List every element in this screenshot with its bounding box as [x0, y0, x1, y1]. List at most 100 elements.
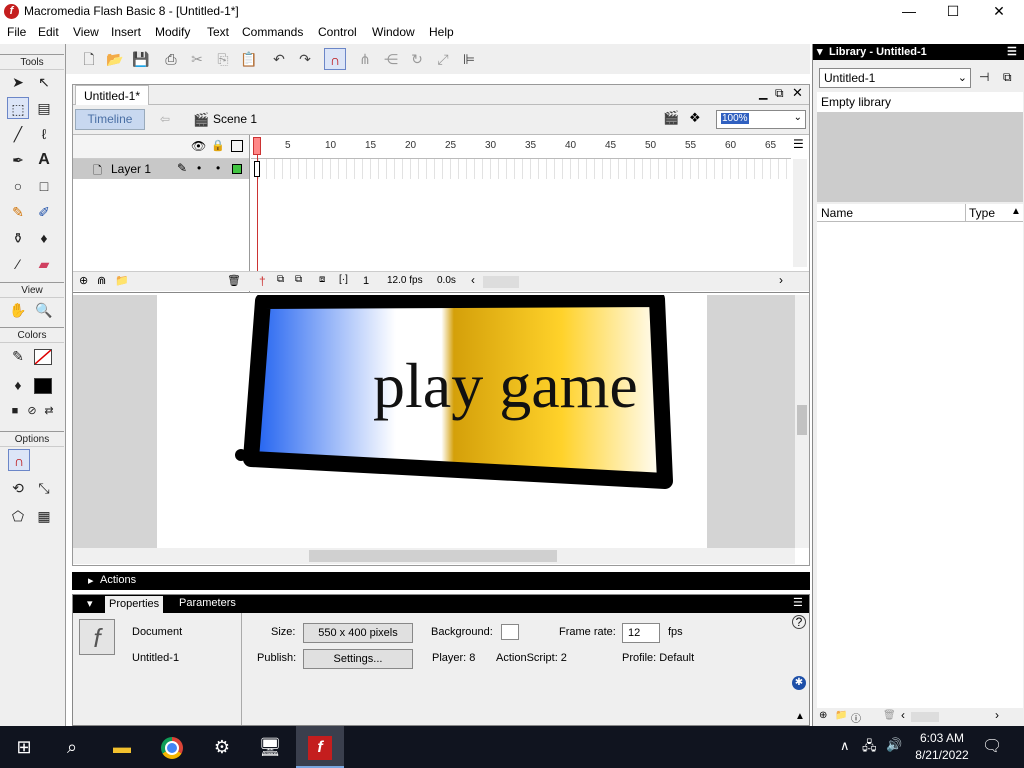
library-hscroll-thumb[interactable]: [911, 712, 939, 722]
outline-icon[interactable]: [231, 140, 243, 152]
timeline-hscroll-thumb[interactable]: [483, 276, 519, 288]
distort-icon[interactable]: ⬠: [7, 505, 29, 527]
paste-icon[interactable]: 📋: [238, 48, 260, 70]
timeline-toggle-button[interactable]: Timeline: [75, 109, 145, 130]
frame-row[interactable]: [251, 159, 791, 179]
ink-bottle-tool-icon[interactable]: ⚱: [7, 227, 29, 249]
maximize-button[interactable]: ☐: [930, 0, 976, 24]
new-symbol-icon[interactable]: ⊕: [819, 710, 827, 721]
redo-icon[interactable]: ↷: [294, 48, 316, 70]
timeline-vscroll[interactable]: [793, 159, 807, 267]
network-icon[interactable]: 🖧: [862, 737, 877, 759]
paint-bucket-tool-icon[interactable]: ♦: [33, 227, 55, 249]
fill-color-icon[interactable]: ♦: [7, 374, 29, 396]
snap-to-objects-icon[interactable]: ∩: [8, 449, 30, 471]
properties-icon[interactable]: ⓘ: [851, 710, 861, 725]
tab-properties[interactable]: Properties: [105, 596, 164, 613]
tray-chevron-icon[interactable]: ∧: [840, 738, 850, 754]
fill-transform-tool-icon[interactable]: ▤: [33, 97, 55, 119]
menu-help[interactable]: Help: [429, 25, 454, 39]
copy-icon[interactable]: ⎘: [212, 48, 234, 70]
notifications-icon[interactable]: 🗨: [982, 736, 1002, 756]
text-tool-icon[interactable]: A: [33, 149, 55, 171]
layer-color-icon[interactable]: [232, 164, 242, 174]
menu-insert[interactable]: Insert: [111, 25, 141, 39]
edit-symbols-icon[interactable]: ❖: [689, 110, 701, 126]
new-folder-icon[interactable]: 📁: [835, 710, 847, 721]
settings-gear-icon[interactable]: ⚙: [198, 726, 246, 768]
insert-layer-icon[interactable]: ⊕: [79, 274, 88, 287]
edit-multiple-icon[interactable]: ⧈: [319, 274, 325, 285]
lock-icon[interactable]: 🔒: [211, 139, 225, 152]
accessibility-icon[interactable]: ✱: [792, 676, 806, 690]
delete-layer-icon[interactable]: 🗑: [227, 274, 241, 287]
column-type[interactable]: Type: [969, 206, 995, 220]
modify-markers-icon[interactable]: [·]: [339, 274, 348, 285]
insert-folder-icon[interactable]: 📁: [115, 274, 129, 287]
new-library-icon[interactable]: ⧉: [1003, 70, 1012, 85]
new-file-icon[interactable]: 🗋: [78, 48, 100, 70]
keyframe[interactable]: [254, 161, 260, 177]
onion-skin-icon[interactable]: ⧉: [277, 274, 284, 285]
document-tab[interactable]: Untitled-1*: [75, 85, 150, 105]
background-color-swatch[interactable]: [501, 624, 519, 640]
close-button[interactable]: ✕: [976, 0, 1022, 24]
eyedropper-tool-icon[interactable]: ⁄: [7, 253, 29, 275]
brush-tool-icon[interactable]: ✐: [33, 201, 55, 223]
back-arrow-icon[interactable]: ⇦: [153, 109, 177, 130]
pen-tool-icon[interactable]: ✒: [7, 149, 29, 171]
zoom-tool-icon[interactable]: 🔍: [33, 299, 55, 321]
hand-tool-icon[interactable]: ✋: [7, 299, 29, 321]
menu-text[interactable]: Text: [207, 25, 229, 39]
settings-button[interactable]: Settings...: [303, 649, 413, 669]
rotate-skew-icon[interactable]: ⟲: [7, 477, 29, 499]
clock-date[interactable]: 8/21/2022: [906, 748, 978, 762]
doc-restore-icon[interactable]: ⧉: [775, 86, 784, 101]
panel-menu-icon[interactable]: ☰: [793, 596, 803, 609]
stage-vscroll[interactable]: [795, 295, 809, 548]
actions-panel-header[interactable]: ▸ Actions: [72, 572, 810, 590]
rectangle-tool-icon[interactable]: □: [33, 175, 55, 197]
fill-color-swatch[interactable]: [34, 378, 52, 394]
align-icon[interactable]: ⊫: [458, 48, 480, 70]
eye-icon[interactable]: 👁: [191, 139, 206, 153]
line-tool-icon[interactable]: ╱: [7, 123, 29, 145]
pin-library-icon[interactable]: ⊣: [979, 70, 989, 84]
frame-rate-input[interactable]: 12: [622, 623, 660, 643]
motion-guide-icon[interactable]: ⋒: [97, 274, 106, 287]
menu-modify[interactable]: Modify: [155, 25, 190, 39]
menu-edit[interactable]: Edit: [38, 25, 59, 39]
library-dropdown[interactable]: Untitled-1 ⌄: [819, 68, 971, 88]
center-frame-icon[interactable]: †: [259, 274, 266, 288]
eraser-tool-icon[interactable]: ▰: [33, 253, 55, 275]
scale-icon[interactable]: ⤡: [33, 477, 55, 499]
menu-control[interactable]: Control: [318, 25, 357, 39]
subselection-tool-icon[interactable]: ↖: [33, 71, 55, 93]
print-icon[interactable]: ⎙: [160, 48, 182, 70]
search-icon[interactable]: ⌕: [48, 726, 96, 768]
chrome-icon[interactable]: [148, 726, 196, 768]
free-transform-tool-icon[interactable]: ⬚: [7, 97, 29, 119]
open-file-icon[interactable]: 📂: [104, 48, 126, 70]
oval-tool-icon[interactable]: ○: [7, 175, 29, 197]
doc-close-icon[interactable]: ✕: [792, 85, 803, 101]
minimize-button[interactable]: —: [886, 0, 932, 24]
undo-icon[interactable]: ↶: [268, 48, 290, 70]
lock-dot-icon[interactable]: •: [216, 161, 220, 175]
selection-tool-icon[interactable]: ➤: [7, 71, 29, 93]
tab-parameters[interactable]: Parameters: [179, 597, 236, 609]
menu-commands[interactable]: Commands: [242, 25, 303, 39]
clock-time[interactable]: 6:03 AM: [912, 731, 972, 745]
stroke-color-icon[interactable]: ✎: [7, 345, 29, 367]
visible-dot-icon[interactable]: •: [197, 161, 201, 175]
zoom-select[interactable]: 100% ⌄: [716, 110, 806, 129]
timeline-menu-icon[interactable]: ☰: [793, 137, 804, 151]
pencil-tool-icon[interactable]: ✎: [7, 201, 29, 223]
windows-start-icon[interactable]: ⊞: [0, 726, 48, 768]
menu-file[interactable]: File: [7, 25, 26, 39]
file-explorer-icon[interactable]: ▬: [98, 726, 146, 768]
sort-icon[interactable]: ▲: [1011, 206, 1021, 217]
column-name[interactable]: Name: [821, 206, 853, 220]
flash-taskbar-icon[interactable]: f: [296, 726, 344, 768]
lasso-tool-icon[interactable]: ℓ: [33, 123, 55, 145]
